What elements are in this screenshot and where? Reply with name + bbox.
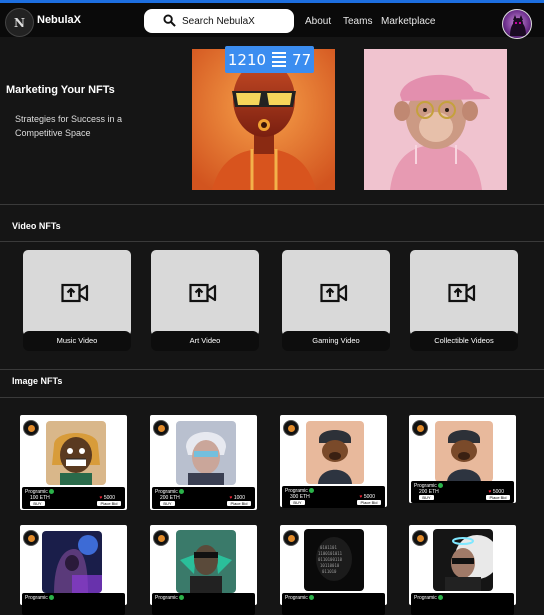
video-card-music[interactable]: Music Video <box>23 250 131 351</box>
creator-avatar <box>412 530 428 546</box>
nav-teams[interactable]: Teams <box>343 16 372 27</box>
nft-image-dog-character <box>435 421 493 482</box>
nft-card[interactable]: Programic <box>20 525 127 615</box>
nft-image-cyber-character <box>176 530 236 593</box>
creator-avatar <box>153 420 169 436</box>
timer-left-value: 1210 <box>227 50 267 69</box>
verified-icon <box>308 488 314 494</box>
section-divider <box>0 204 544 205</box>
nft-info-panel: Programic <box>282 593 385 615</box>
nft-info-panel: Programic <box>22 593 125 615</box>
logo-letter: N <box>14 15 25 30</box>
nft-image-dog-character <box>306 421 364 484</box>
section-divider <box>0 241 544 242</box>
buy-button[interactable]: BUY <box>160 501 175 506</box>
buy-button[interactable]: BUY <box>419 495 434 500</box>
svg-text:1100101011: 1100101011 <box>318 551 343 556</box>
nft-card[interactable]: Programic <box>409 525 516 615</box>
nft-image-halo-character <box>433 529 493 591</box>
video-camera-icon <box>320 283 348 303</box>
nft-card[interactable]: Programic 200 ETH ♥ 1000 BUY Place Bid <box>150 415 257 510</box>
svg-text:011010: 011010 <box>322 569 337 574</box>
verified-icon <box>308 595 314 601</box>
search-placeholder: Search NebulaX <box>182 15 255 27</box>
top-navigation-bar: N NebulaX Search NebulaX About Teams Mar… <box>0 0 544 39</box>
creator-avatar <box>283 420 299 436</box>
timer-separator-icon <box>272 52 287 67</box>
video-camera-icon <box>448 283 476 303</box>
video-camera-icon <box>189 283 217 303</box>
nft-info-panel: Programic 100 ETH ♥ 5000 BUY Place Bid <box>22 487 125 509</box>
video-card-label: Music Video <box>23 331 131 351</box>
verified-icon <box>48 595 54 601</box>
nft-image-dreadlocks-character <box>46 421 106 485</box>
search-icon <box>163 14 176 27</box>
nft-image-hooded-gamer <box>42 531 102 593</box>
creator-name: Programic <box>155 595 178 601</box>
section-divider <box>0 369 544 370</box>
video-card-label: Art Video <box>151 331 259 351</box>
svg-text:10110010: 10110010 <box>320 563 340 568</box>
nft-info-panel: Programic <box>152 593 255 615</box>
hero-subtitle: Strategies for Success in a Competitive … <box>15 114 123 138</box>
nft-info-panel: Programic 200 ETH ♥ 1000 BUY Place Bid <box>152 487 255 509</box>
video-nfts-heading: Video NFTs <box>12 221 61 231</box>
video-card-label: Collectible Videos <box>410 331 518 351</box>
nft-card[interactable]: Programic 200 ETH ♥ 5000 BUY Place Bid <box>409 415 516 503</box>
creator-avatar <box>23 420 39 436</box>
user-avatar[interactable] <box>502 9 532 39</box>
image-nfts-heading: Image NFTs <box>12 376 63 386</box>
verified-icon <box>178 489 184 495</box>
nft-card[interactable]: Programic 100 ETH ♥ 5000 BUY Place Bid <box>20 415 127 510</box>
nft-info-panel: Programic 300 ETH ♥ 5000 BUY Place Bid <box>282 486 385 508</box>
verified-icon <box>437 595 443 601</box>
video-thumbnail <box>151 250 259 336</box>
creator-avatar <box>23 530 39 546</box>
creator-name: Programic <box>285 595 308 601</box>
hero-title: Marketing Your NFTs <box>6 84 115 96</box>
nft-image-silver-hair-character <box>176 421 236 485</box>
place-bid-button[interactable]: Place Bid <box>227 501 251 506</box>
verified-icon <box>178 595 184 601</box>
video-thumbnail <box>282 250 390 336</box>
verified-icon <box>48 489 54 495</box>
nav-about[interactable]: About <box>305 16 331 27</box>
nft-card[interactable]: Programic 300 ETH ♥ 5000 BUY Place Bid <box>280 415 387 508</box>
auction-countdown-timer: 1210 77 <box>225 46 314 73</box>
place-bid-button[interactable]: Place Bid <box>97 501 121 506</box>
video-camera-icon <box>61 283 89 303</box>
place-bid-button[interactable]: Place Bid <box>357 500 381 505</box>
creator-avatar <box>412 420 428 436</box>
video-thumbnail <box>23 250 131 336</box>
nft-image-matrix-skull: 0101101 1100101011 0110100110 10110010 01101… <box>304 529 364 591</box>
hero-image-monkey[interactable] <box>364 49 507 190</box>
buy-button[interactable]: BUY <box>290 500 305 505</box>
nft-card[interactable]: Programic <box>150 525 257 615</box>
section-divider <box>0 397 544 398</box>
svg-text:0101101: 0101101 <box>320 545 337 550</box>
nft-info-panel: Programic <box>411 593 514 615</box>
verified-icon <box>437 483 443 489</box>
svg-text:0110100110: 0110100110 <box>318 557 343 562</box>
search-bar[interactable]: Search NebulaX <box>144 9 294 33</box>
nav-marketplace[interactable]: Marketplace <box>381 16 435 27</box>
video-thumbnail <box>410 250 518 336</box>
video-card-label: Gaming Video <box>282 331 390 351</box>
nft-info-panel: Programic 200 ETH ♥ 5000 BUY Place Bid <box>411 481 514 503</box>
creator-name: Programic <box>25 595 48 601</box>
video-card-gaming[interactable]: Gaming Video <box>282 250 390 351</box>
avatar-character-icon <box>510 15 526 36</box>
buy-button[interactable]: BUY <box>30 501 45 506</box>
place-bid-button[interactable]: Place Bid <box>486 495 510 500</box>
timer-right-value: 77 <box>292 50 312 69</box>
video-card-collectible[interactable]: Collectible Videos <box>410 250 518 351</box>
creator-avatar <box>153 530 169 546</box>
brand-name[interactable]: NebulaX <box>37 14 81 26</box>
video-card-art[interactable]: Art Video <box>151 250 259 351</box>
nft-card[interactable]: 0101101 1100101011 0110100110 10110010 01101… <box>280 525 387 615</box>
nebulax-logo[interactable]: N <box>5 8 34 37</box>
creator-avatar <box>283 530 299 546</box>
creator-name: Programic <box>414 595 437 601</box>
